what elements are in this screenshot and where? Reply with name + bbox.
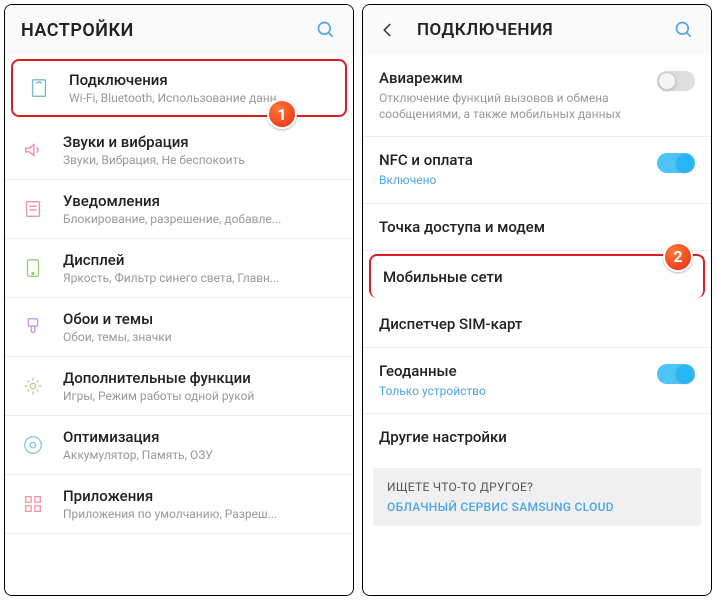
nfc-toggle[interactable] <box>657 153 695 173</box>
item-title: Диспетчер SIM-карт <box>379 315 695 333</box>
settings-item-notifications[interactable]: Уведомления Блокирование, разрешение, до… <box>5 180 353 239</box>
connections-item-airplane[interactable]: Авиарежим Отключение функций вызовов и о… <box>363 55 711 137</box>
footer-title: ИЩЕТЕ ЧТО-ТО ДРУГОЕ? <box>387 480 687 494</box>
item-title: Подключения <box>69 71 333 89</box>
airplane-toggle[interactable] <box>657 71 695 91</box>
item-title: Авиарежим <box>379 69 647 87</box>
item-title: Геоданные <box>379 362 647 380</box>
optimization-icon <box>19 431 47 459</box>
item-sub: Только устройство <box>379 383 647 399</box>
search-icon[interactable] <box>673 19 695 41</box>
connections-item-nfc[interactable]: NFC и оплата Включено <box>363 137 711 203</box>
sound-icon <box>19 136 47 164</box>
header: ПОДКЛЮЧЕНИЯ <box>363 5 711 55</box>
settings-item-advanced[interactable]: Дополнительные функции Игры, Режим работ… <box>5 357 353 416</box>
item-title: Дополнительные функции <box>63 369 337 387</box>
item-sub: Обои, темы, значки <box>63 330 337 344</box>
item-title: Дисплей <box>63 251 337 269</box>
item-title: Звуки и вибрация <box>63 133 337 151</box>
item-title: Точка доступа и модем <box>379 218 695 236</box>
item-sub: Аккумулятор, Память, ОЗУ <box>63 448 337 462</box>
location-toggle[interactable] <box>657 364 695 384</box>
header-title: НАСТРОЙКИ <box>21 20 315 41</box>
connections-item-hotspot[interactable]: Точка доступа и модем <box>363 204 711 251</box>
item-title: Уведомления <box>63 192 337 210</box>
item-title: NFC и оплата <box>379 151 647 169</box>
connections-item-sim[interactable]: Диспетчер SIM-карт <box>363 301 711 348</box>
item-title: Мобильные сети <box>383 268 691 286</box>
gear-icon <box>19 372 47 400</box>
settings-item-wallpapers[interactable]: Обои и темы Обои, темы, значки <box>5 298 353 357</box>
header-title: ПОДКЛЮЧЕНИЯ <box>417 20 673 40</box>
settings-list: Подключения Wi-Fi, Bluetooth, Использова… <box>5 55 353 595</box>
connections-item-other[interactable]: Другие настройки <box>363 414 711 460</box>
item-title: Другие настройки <box>379 428 695 446</box>
settings-item-display[interactable]: Дисплей Яркость, Фильтр синего света, Гл… <box>5 239 353 298</box>
settings-item-sounds[interactable]: Звуки и вибрация Звуки, Вибрация, Не бес… <box>5 121 353 180</box>
connections-icon <box>25 74 53 102</box>
notifications-icon <box>19 195 47 223</box>
item-sub: Яркость, Фильтр синего света, Главн... <box>63 271 337 285</box>
connections-item-mobile-networks[interactable]: Мобильные сети 2 <box>369 254 705 298</box>
apps-icon <box>19 490 47 518</box>
settings-item-apps[interactable]: Приложения Приложения по умолчанию, Разр… <box>5 475 353 534</box>
item-sub: Звуки, Вибрация, Не беспокоить <box>63 153 337 167</box>
item-title: Приложения <box>63 487 337 505</box>
step-badge-2: 2 <box>663 242 693 272</box>
footer-link[interactable]: ОБЛАЧНЫЙ СЕРВИС SAMSUNG CLOUD <box>387 500 687 514</box>
item-sub: Wi-Fi, Bluetooth, Использование данн... <box>69 91 333 105</box>
item-sub: Блокирование, разрешение, добавле... <box>63 212 337 226</box>
settings-screen: НАСТРОЙКИ Подключения Wi-Fi, Bluetooth, … <box>4 4 354 596</box>
brush-icon <box>19 313 47 341</box>
step-badge-1: 1 <box>267 99 297 129</box>
item-sub: Игры, Режим работы одной рукой <box>63 389 337 403</box>
header: НАСТРОЙКИ <box>5 5 353 55</box>
search-icon[interactable] <box>315 19 337 41</box>
item-title: Оптимизация <box>63 428 337 446</box>
back-icon[interactable] <box>379 21 399 39</box>
item-title: Обои и темы <box>63 310 337 328</box>
item-sub: Включено <box>379 172 647 188</box>
connections-screen: ПОДКЛЮЧЕНИЯ Авиарежим Отключение функций… <box>362 4 712 596</box>
item-sub: Отключение функций вызовов и обмена сооб… <box>379 90 647 122</box>
settings-item-optimization[interactable]: Оптимизация Аккумулятор, Память, ОЗУ <box>5 416 353 475</box>
connections-list: Авиарежим Отключение функций вызовов и о… <box>363 55 711 595</box>
display-icon <box>19 254 47 282</box>
connections-item-location[interactable]: Геоданные Только устройство <box>363 348 711 414</box>
item-sub: Приложения по умолчанию, Разреш... <box>63 507 337 521</box>
footer-card: ИЩЕТЕ ЧТО-ТО ДРУГОЕ? ОБЛАЧНЫЙ СЕРВИС SAM… <box>373 468 701 526</box>
settings-item-connections[interactable]: Подключения Wi-Fi, Bluetooth, Использова… <box>11 59 347 117</box>
